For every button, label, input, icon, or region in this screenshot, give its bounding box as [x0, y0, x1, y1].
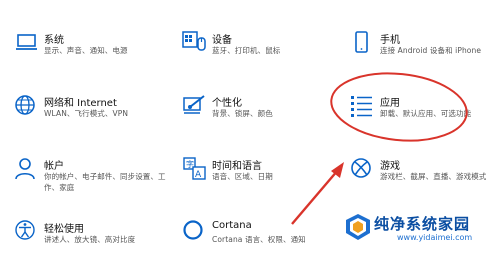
annotation-arrow-head — [331, 162, 344, 178]
watermark: 纯净系统家园 www.yidaimei.com — [345, 211, 495, 247]
tile-title: 游戏 — [380, 161, 400, 172]
time-language-icon: 字A — [182, 156, 208, 182]
phone-icon — [350, 30, 376, 56]
globe-icon — [14, 93, 40, 119]
tile-title: 手机 — [380, 35, 400, 46]
tile-subtitle: 语音、区域、日期 — [212, 172, 273, 181]
personalization-icon — [182, 93, 208, 119]
tile-title: 时间和语言 — [212, 161, 262, 172]
tile-title: 网络和 Internet — [44, 98, 117, 109]
tile-subtitle: 你的帐户、电子邮件、同步设置、工作、家庭 — [44, 172, 166, 192]
xbox-icon — [350, 156, 376, 182]
tile-title: 系统 — [44, 35, 64, 46]
svg-text:A: A — [195, 170, 202, 180]
watermark-logo-icon — [345, 213, 371, 241]
tile-subtitle: 讲述人、放大镜、高对比度 — [44, 235, 136, 244]
tile-subtitle: 卸载、默认应用、可选功能 — [380, 109, 472, 118]
watermark-name: 纯净系统家园 — [374, 215, 471, 233]
tile-title: 轻松使用 — [44, 224, 84, 235]
tile-title: 设备 — [212, 35, 232, 46]
cortana-icon — [182, 219, 208, 245]
tile-subtitle: WLAN、飞行模式、VPN — [44, 109, 129, 118]
annotation-arrow-shaft — [291, 169, 339, 225]
tile-title: 个性化 — [212, 98, 242, 109]
tile-subtitle: 蓝牙、打印机、鼠标 — [212, 46, 281, 55]
tile-subtitle: 游戏栏、截屏、直播、游戏模式 — [380, 172, 487, 181]
tile-subtitle: 显示、声音、通知、电源 — [44, 46, 128, 55]
ease-of-access-icon — [14, 219, 40, 245]
devices-icon — [182, 30, 208, 56]
tile-subtitle: Cortana 语言、权限、通知 — [212, 235, 306, 244]
tile-title: Cortana — [212, 220, 252, 231]
tile-subtitle: 连接 Android 设备和 iPhone — [380, 46, 482, 55]
tile-title: 帐户 — [44, 161, 64, 172]
watermark-url: www.yidaimei.com — [397, 233, 473, 242]
laptop-icon — [14, 30, 40, 56]
apps-list-icon — [350, 93, 376, 119]
tile-subtitle: 背景、锁屏、颜色 — [212, 109, 273, 118]
tile-title: 应用 — [380, 98, 400, 109]
person-icon — [14, 156, 40, 182]
